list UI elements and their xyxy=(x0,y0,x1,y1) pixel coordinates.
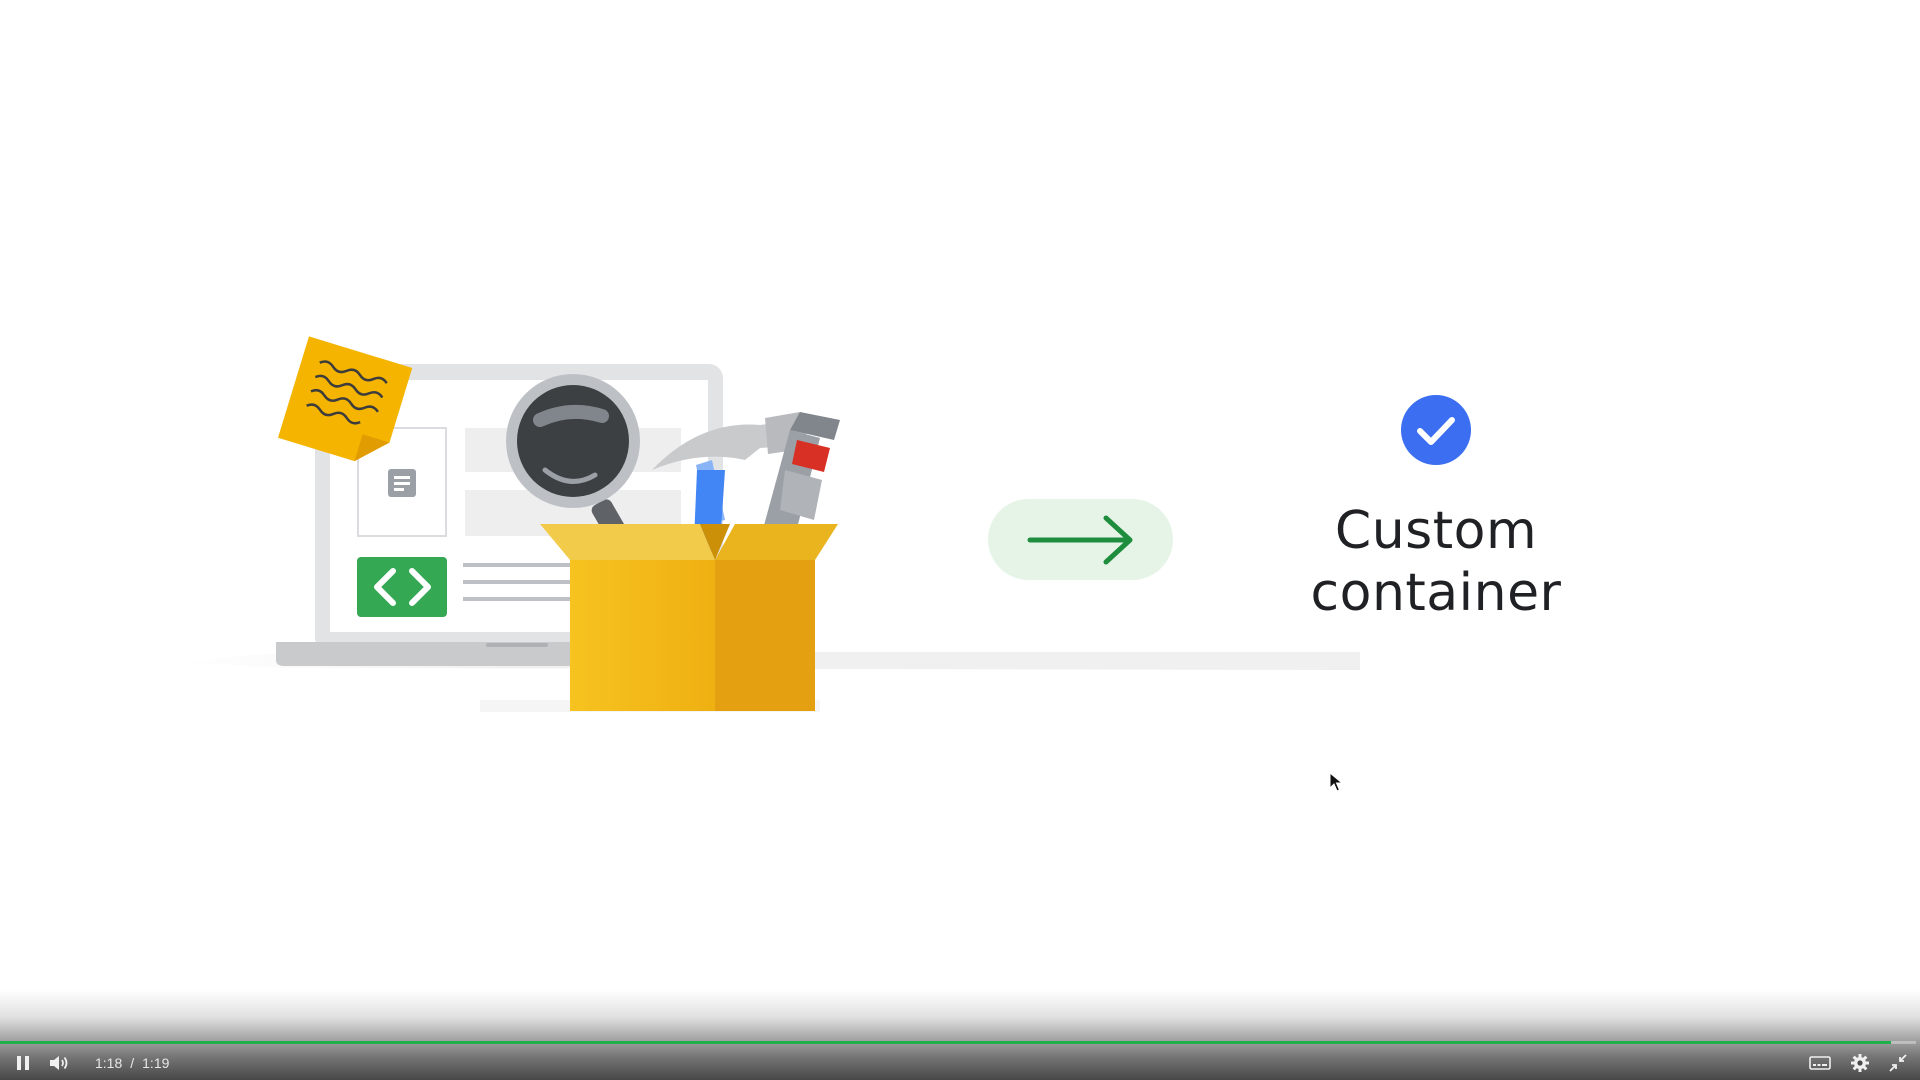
slide-headline: Custom container xyxy=(1236,500,1636,624)
arrow-right-icon xyxy=(988,499,1173,580)
pause-button[interactable] xyxy=(10,1046,36,1080)
time-display: 1:18 / 1:19 xyxy=(95,1046,169,1080)
document-icon xyxy=(388,469,416,497)
captions-icon xyxy=(1809,1056,1831,1070)
volume-icon xyxy=(50,1056,68,1070)
exit-fullscreen-button[interactable] xyxy=(1886,1046,1910,1080)
headline-line-1: Custom xyxy=(1334,501,1538,561)
open-box-icon xyxy=(540,524,838,711)
settings-button[interactable] xyxy=(1848,1046,1872,1080)
captions-button[interactable] xyxy=(1808,1046,1832,1080)
video-frame[interactable]: Custom container xyxy=(0,0,1920,1080)
mouse-pointer-icon xyxy=(1329,772,1343,792)
video-player[interactable]: Custom container 1:18 / 1:19 xyxy=(0,0,1920,1080)
time-separator: / xyxy=(130,1055,135,1071)
pause-icon xyxy=(17,1056,29,1070)
exit-fullscreen-icon xyxy=(1889,1054,1907,1072)
control-bar: 1:18 / 1:19 xyxy=(0,1046,1920,1080)
seek-bar[interactable] xyxy=(0,1041,1916,1044)
headline-line-2: container xyxy=(1310,563,1562,623)
duration: 1:19 xyxy=(142,1055,170,1071)
code-brackets-icon xyxy=(357,557,447,617)
gear-icon xyxy=(1851,1054,1869,1072)
check-circle-icon xyxy=(1401,395,1471,465)
seek-bar-progress xyxy=(0,1041,1892,1044)
current-time: 1:18 xyxy=(95,1055,123,1071)
volume-button[interactable] xyxy=(46,1046,74,1080)
